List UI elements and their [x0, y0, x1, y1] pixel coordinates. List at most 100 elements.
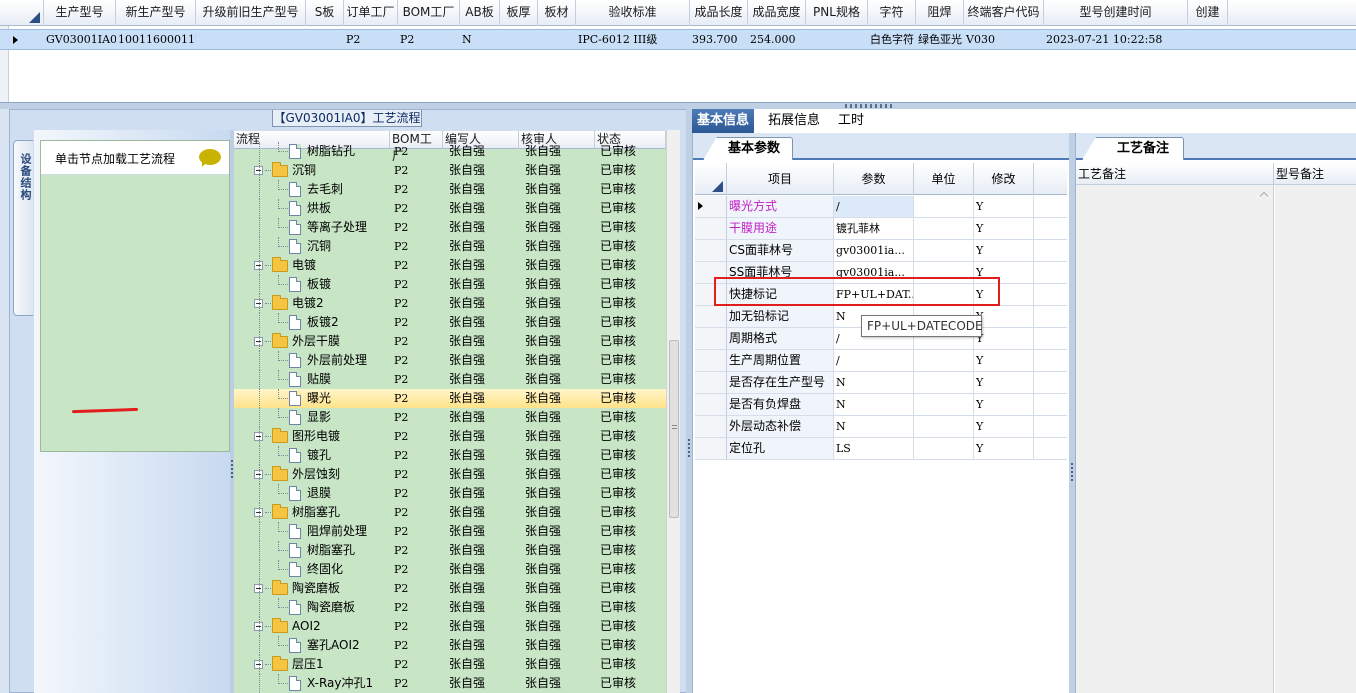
param-unit[interactable] — [914, 416, 974, 437]
process-row[interactable]: 树脂钻孔 P2 张自强 张自强 已审核 — [234, 142, 666, 161]
process-row[interactable]: 图形电镀 P2 张自强 张自强 已审核 — [234, 427, 666, 446]
param-row[interactable]: 是否有负焊盘 N Y — [695, 394, 1067, 416]
tab-work-hours[interactable]: 工时 — [833, 109, 869, 133]
col-unit[interactable]: 单位 — [914, 163, 974, 195]
col-bom-factory[interactable]: BOM工厂 — [398, 0, 460, 26]
param-unit[interactable] — [914, 196, 974, 217]
param-value[interactable]: gv03001ia... — [834, 240, 914, 261]
process-row[interactable]: 陶瓷磨板 P2 张自强 张自强 已审核 — [234, 579, 666, 598]
col-creator[interactable]: 创建 — [1188, 0, 1228, 26]
param-unit[interactable] — [914, 372, 974, 393]
product-row[interactable]: GV03001IA010011600011733P2P2NIPC-6012 II… — [0, 29, 1356, 50]
param-value[interactable]: / — [834, 350, 914, 371]
cell-pnl[interactable] — [806, 30, 868, 50]
param-row-header[interactable] — [695, 372, 727, 393]
col-process-remark[interactable]: 工艺备注 — [1076, 163, 1274, 185]
param-row-header[interactable] — [695, 306, 727, 327]
col-param[interactable]: 参数 — [834, 163, 914, 195]
tree-vertical-scrollbar[interactable] — [666, 130, 680, 693]
param-row[interactable]: 曝光方式 / Y — [695, 196, 1067, 218]
cell-ab-board[interactable]: N — [460, 30, 500, 50]
param-modify[interactable]: Y — [974, 328, 1034, 349]
col-order-factory[interactable]: 订单工厂 — [344, 0, 398, 26]
cell-thickness[interactable] — [500, 30, 538, 50]
chevron-up-icon[interactable] — [1261, 191, 1269, 199]
col-acceptance[interactable]: 验收标准 — [576, 0, 690, 26]
flow-node-card-header[interactable]: 单击节点加载工艺流程 — [41, 141, 229, 175]
cell-s-board[interactable] — [306, 30, 344, 50]
cell-width[interactable]: 254.000 — [748, 30, 806, 50]
process-row[interactable]: 镀孔 P2 张自强 张自强 已审核 — [234, 446, 666, 465]
col-silkscreen[interactable]: 字符 — [868, 0, 916, 26]
col-ab-board[interactable]: AB板 — [460, 0, 500, 26]
param-modify[interactable]: Y — [974, 372, 1034, 393]
process-row[interactable]: 退膜 P2 张自强 张自强 已审核 — [234, 484, 666, 503]
col-soldermask[interactable]: 阻焊 — [916, 0, 964, 26]
col-s-board[interactable]: S板 — [306, 0, 344, 26]
col-model-remark[interactable]: 型号备注 — [1274, 163, 1356, 185]
param-row-header[interactable] — [695, 438, 727, 459]
process-row[interactable]: 贴膜 P2 张自强 张自强 已审核 — [234, 370, 666, 389]
process-row[interactable]: 外层干膜 P2 张自强 张自强 已审核 — [234, 332, 666, 351]
param-unit[interactable] — [914, 394, 974, 415]
param-row-header[interactable] — [695, 416, 727, 437]
param-row-header[interactable] — [695, 196, 727, 217]
col-new-model[interactable]: 新生产型号 — [116, 0, 196, 26]
col-pnl[interactable]: PNL规格 — [806, 0, 868, 26]
param-value[interactable]: N — [834, 394, 914, 415]
cell-model[interactable]: GV03001IA0 — [44, 30, 116, 50]
param-unit[interactable] — [914, 240, 974, 261]
param-unit[interactable] — [914, 350, 974, 371]
model-remark-box[interactable] — [1275, 185, 1356, 693]
process-row[interactable]: 去毛刺 P2 张自强 张自强 已审核 — [234, 180, 666, 199]
param-row[interactable]: 生产周期位置 / Y — [695, 350, 1067, 372]
process-row[interactable]: 沉铜 P2 张自强 张自强 已审核 — [234, 161, 666, 180]
process-row[interactable]: X-Ray冲孔1 P2 张自强 张自强 已审核 — [234, 674, 666, 693]
params-grid-corner[interactable] — [695, 163, 727, 195]
process-row[interactable]: 阻焊前处理 P2 张自强 张自强 已审核 — [234, 522, 666, 541]
cell-material[interactable] — [538, 30, 576, 50]
cell-old-model[interactable] — [196, 30, 306, 50]
speech-bubble-icon[interactable] — [199, 149, 221, 167]
param-modify[interactable]: Y — [974, 240, 1034, 261]
cell-customer-code[interactable]: V030 — [964, 30, 1044, 50]
param-row[interactable]: CS面菲林号 gv03001ia... Y — [695, 240, 1067, 262]
param-value[interactable]: N — [834, 416, 914, 437]
tab-process-remarks[interactable]: 工艺备注 — [1082, 137, 1185, 160]
process-row[interactable]: 曝光 P2 张自强 张自强 已审核 — [234, 389, 666, 408]
cell-order-factory[interactable]: P2 — [344, 30, 398, 50]
param-modify[interactable]: Y — [974, 218, 1034, 239]
process-row[interactable]: 板镀2 P2 张自强 张自强 已审核 — [234, 313, 666, 332]
param-row[interactable]: 干膜用途 镀孔菲林 Y — [695, 218, 1067, 240]
col-item[interactable]: 项目 — [727, 163, 834, 195]
col-length[interactable]: 成品长度 — [690, 0, 748, 26]
cell-new-model[interactable]: 10011600011733 — [116, 30, 196, 50]
param-modify[interactable]: Y — [974, 350, 1034, 371]
param-row-header[interactable] — [695, 328, 727, 349]
param-value[interactable]: LS — [834, 438, 914, 459]
flow-node-card[interactable]: 单击节点加载工艺流程 — [40, 140, 230, 452]
equipment-structure-tab[interactable]: 设备结构 — [13, 140, 33, 316]
grid-corner[interactable] — [0, 0, 44, 26]
process-row[interactable]: 等离子处理 P2 张自强 张自强 已审核 — [234, 218, 666, 237]
process-row[interactable]: 陶瓷磨板 P2 张自强 张自强 已审核 — [234, 598, 666, 617]
param-row-header[interactable] — [695, 394, 727, 415]
param-row[interactable]: 定位孔 LS Y — [695, 438, 1067, 460]
process-row[interactable]: 树脂塞孔 P2 张自强 张自强 已审核 — [234, 503, 666, 522]
cell-length[interactable]: 393.700 — [690, 30, 748, 50]
param-unit[interactable] — [914, 218, 974, 239]
param-unit[interactable] — [914, 438, 974, 459]
param-modify[interactable]: Y — [974, 438, 1034, 459]
process-row[interactable]: 终固化 P2 张自强 张自强 已审核 — [234, 560, 666, 579]
cell-creator[interactable] — [1188, 30, 1228, 50]
col-old-model[interactable]: 升级前旧生产型号 — [196, 0, 306, 26]
cell-silkscreen[interactable]: 白色字符 — [868, 30, 916, 50]
col-width[interactable]: 成品宽度 — [748, 0, 806, 26]
tab-extended-info[interactable]: 拓展信息 — [763, 109, 825, 133]
param-value[interactable]: 镀孔菲林 — [834, 218, 914, 239]
col-customer-code[interactable]: 终端客户代码 — [964, 0, 1044, 26]
cell-acceptance[interactable]: IPC-6012 III级 — [576, 30, 690, 50]
param-value[interactable]: N — [834, 372, 914, 393]
col-model[interactable]: 生产型号 — [44, 0, 116, 26]
process-row[interactable]: 电镀 P2 张自强 张自强 已审核 — [234, 256, 666, 275]
